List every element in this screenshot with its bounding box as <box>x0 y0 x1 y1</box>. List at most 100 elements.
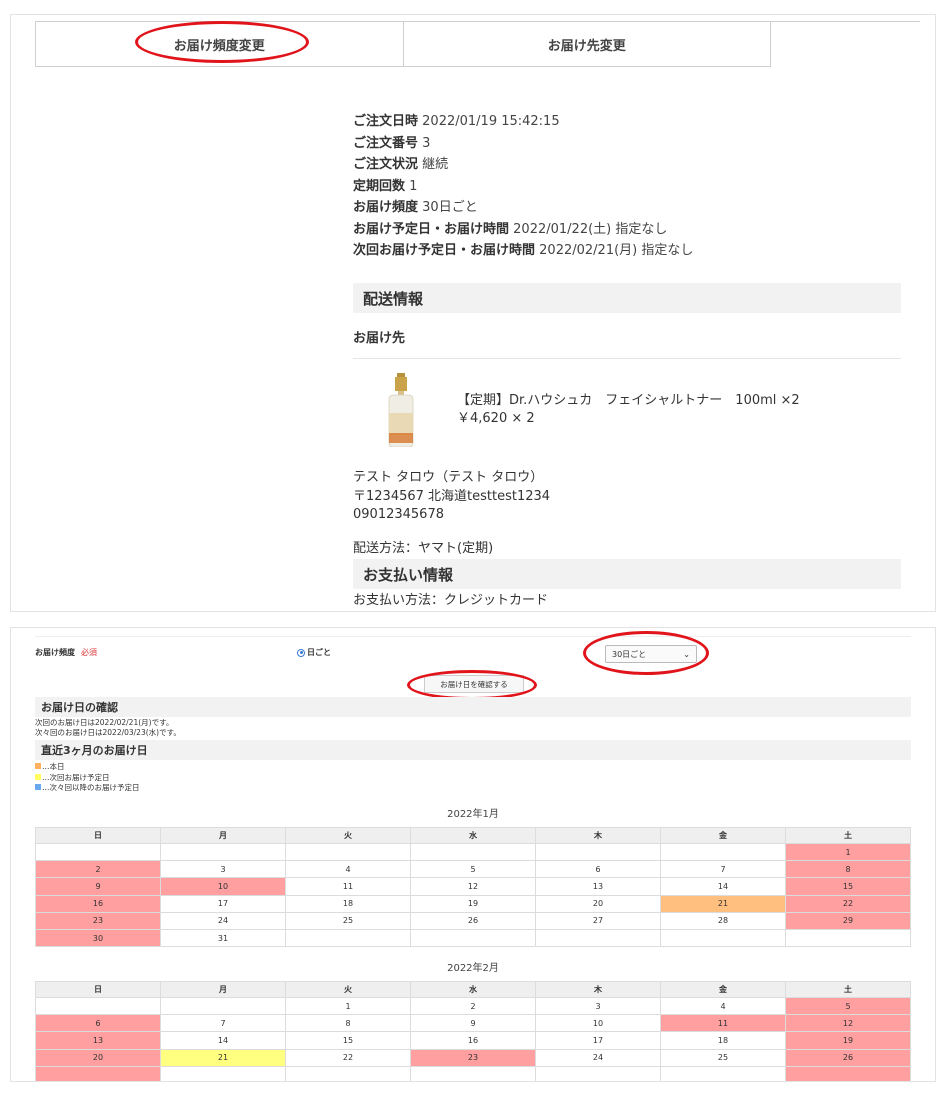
calendar-day-cell <box>410 928 536 948</box>
frequency-label: お届け頻度 必須 <box>35 648 97 657</box>
calendar-day-cell: 31 <box>160 928 286 948</box>
calendar-day-cell: 24 <box>160 911 286 930</box>
calendar-day-cell: 14 <box>160 1031 286 1050</box>
calendar-day-cell <box>410 842 536 862</box>
calendar-day-cell: 4 <box>285 860 411 879</box>
radio-selected-icon[interactable] <box>297 648 305 657</box>
calendar-day-cell: 22 <box>285 1048 411 1067</box>
calendar-day-cell <box>660 1065 786 1081</box>
chevron-down-icon: ⌄ <box>683 649 690 659</box>
calendar-day-cell <box>535 1065 661 1081</box>
weekday-header: 火 <box>285 827 411 844</box>
legend-next: …次回お届け予定日 <box>35 773 140 784</box>
calendar-day-cell <box>35 1065 161 1081</box>
calendar-day-cell <box>785 1065 911 1081</box>
calendar-day-cell: 8 <box>785 860 911 879</box>
calendar-day-cell: 4 <box>660 996 786 1016</box>
calendar-day-cell: 26 <box>410 911 536 930</box>
after-next-delivery-note: 次々回のお届け日は2022/03/23(水)です。 <box>35 728 181 737</box>
calendar-day-cell: 9 <box>410 1014 536 1033</box>
payment-heading: お支払い情報 <box>353 559 901 589</box>
calendar-day-cell: 13 <box>535 877 661 896</box>
weekday-header: 日 <box>35 827 161 844</box>
payment-method: お支払い方法：クレジットカード <box>353 593 549 608</box>
calendar-day-cell <box>160 842 286 862</box>
recent-heading: 直近3ヶ月のお届け日 <box>35 740 911 760</box>
weekday-header: 月 <box>160 981 286 998</box>
month-title-jan: 2022年1月 <box>447 809 499 820</box>
weekday-header: 月 <box>160 827 286 844</box>
calendar-day-cell: 16 <box>35 894 161 913</box>
order-info: ご注文日時 2022/01/19 15:42:15 ご注文番号 3 ご注文状況 … <box>353 111 901 262</box>
calendar-day-cell <box>785 928 911 948</box>
weekday-header: 日 <box>35 981 161 998</box>
calendar-week-row: 16 17 18 19 20 21 22 <box>35 894 911 913</box>
calendar-feb: 日月火水木金土 1 2 3 4 5 6 7 8 9 10 11 12 13 14 15 16 17 18 19 20 21… <box>35 981 911 1081</box>
calendar-day-cell: 19 <box>785 1031 911 1050</box>
calendar-day-cell: 14 <box>660 877 786 896</box>
calendar-day-cell <box>285 1065 411 1081</box>
calendar-week-row: 6 7 8 9 10 11 12 <box>35 1014 911 1033</box>
calendar-day-cell: 16 <box>410 1031 536 1050</box>
calendar-day-cell: 17 <box>535 1031 661 1050</box>
calendar-day-cell: 15 <box>785 877 911 896</box>
order-row-number: ご注文番号 3 <box>353 135 431 151</box>
frequency-row: お届け頻度 必須 日ごと 30日ごと ⌄ <box>35 636 911 668</box>
calendar-week-row: 20 21 22 23 24 25 26 <box>35 1048 911 1067</box>
radio-label: 日ごと <box>307 648 331 657</box>
tab-divider-line <box>771 21 920 22</box>
calendar-day-cell: 11 <box>285 877 411 896</box>
calendar-day-cell: 10 <box>160 877 286 896</box>
weekday-header: 水 <box>410 827 536 844</box>
required-badge: 必須 <box>81 648 97 657</box>
calendar-week-row: 9 10 11 12 13 14 15 <box>35 877 911 896</box>
legend-today: …本日 <box>35 762 140 773</box>
calendar-week-row: 12345 <box>35 996 911 1016</box>
legend-after: …次々回以降のお届け予定日 <box>35 783 140 794</box>
calendar-day-cell: 25 <box>660 1048 786 1067</box>
calendar-jan: 日月火水木金土 1 2 3 4 5 6 7 8 9 10 11 12 13 14 15 16 17 18 19 20 21… <box>35 827 911 948</box>
order-detail-panel: お届け頻度変更 お届け先変更 ご注文日時 2022/01/19 15:42:15… <box>10 14 936 612</box>
product-price: ￥4,620 × 2 <box>457 411 535 426</box>
calendar-day-cell: 19 <box>410 894 536 913</box>
shipping-heading: 配送情報 <box>353 283 901 313</box>
address-line: 〒1234567 北海道testtest1234 <box>353 488 551 504</box>
order-row-delivery: お届け予定日・お届け時間 2022/01/22(土) 指定なし <box>353 221 668 237</box>
tab-address-change[interactable]: お届け先変更 <box>402 22 771 66</box>
divider <box>353 358 901 359</box>
calendar-week-row: 13 14 15 16 17 18 19 <box>35 1031 911 1050</box>
calendar-day-cell: 20 <box>535 894 661 913</box>
product-name: 【定期】Dr.ハウシュカ フェイシャルトナー 100ml ×2 <box>457 393 800 408</box>
calendar-day-cell: 11 <box>660 1014 786 1033</box>
order-row-frequency: お届け頻度 30日ごと <box>353 200 478 215</box>
calendar-day-cell: 13 <box>35 1031 161 1050</box>
calendar-week-row: 1 <box>35 842 911 862</box>
calendar-day-cell <box>535 928 661 948</box>
calendar-day-cell: 29 <box>785 911 911 930</box>
calendar-day-cell: 28 <box>660 911 786 930</box>
address-block: テスト タロウ（テスト タロウ） 〒1234567 北海道testtest123… <box>353 469 550 525</box>
calendar-day-cell: 3 <box>535 996 661 1016</box>
calendar-day-cell: 18 <box>285 894 411 913</box>
destination-heading: お届け先 <box>353 331 406 346</box>
calendar-week-row <box>35 1065 911 1081</box>
calendar-day-cell: 21 <box>160 1048 286 1067</box>
calendar-day-cell: 21 <box>660 894 786 913</box>
tab-frequency-change[interactable]: お届け頻度変更 <box>36 22 403 66</box>
calendar-day-cell <box>660 842 786 862</box>
calendar-day-cell: 7 <box>660 860 786 879</box>
calendar-day-cell: 24 <box>535 1048 661 1067</box>
confirm-delivery-date-button[interactable]: お届け日を確認する <box>424 675 524 693</box>
calendar-day-cell: 30 <box>35 928 161 948</box>
calendar-day-cell <box>160 996 286 1016</box>
calendar-day-cell: 1 <box>285 996 411 1016</box>
frequency-radio-option[interactable]: 日ごと <box>297 647 331 658</box>
calendar-day-cell: 12 <box>410 877 536 896</box>
calendar-day-cell: 23 <box>410 1048 536 1067</box>
calendar-day-cell: 20 <box>35 1048 161 1067</box>
calendar-week-row: 23 24 25 26 27 28 29 <box>35 911 911 930</box>
frequency-change-panel: お届け頻度 必須 日ごと 30日ごと ⌄ お届け日を確認する お届け日の確認 次回… <box>10 627 936 1082</box>
legend: …本日 …次回お届け予定日 …次々回以降のお届け予定日 <box>35 762 140 794</box>
calendar-day-cell: 10 <box>535 1014 661 1033</box>
frequency-select[interactable]: 30日ごと ⌄ <box>605 645 697 663</box>
